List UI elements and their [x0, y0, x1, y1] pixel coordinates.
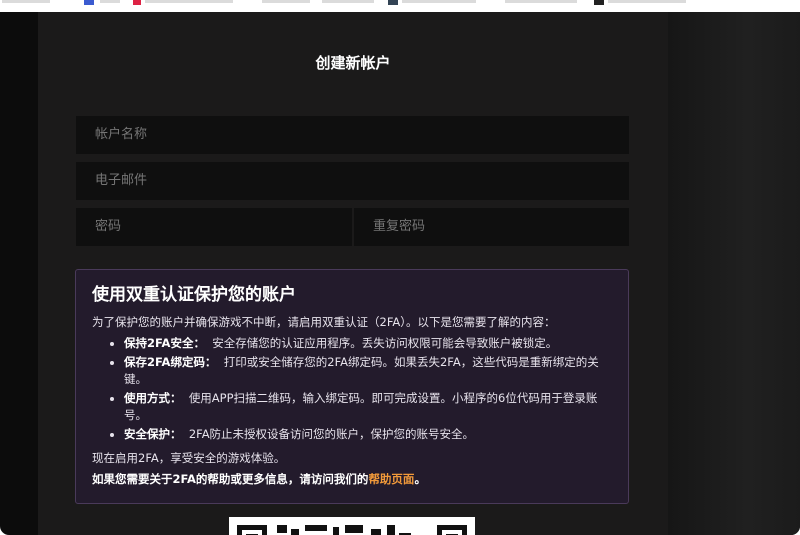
- bookmark-item[interactable]: [505, 0, 577, 3]
- bookmark-item[interactable]: [608, 0, 686, 3]
- twofa-intro: 为了保护您的账户并确保游戏不中断，请启用双重认证（2FA）。以下是您需要了解的内…: [92, 315, 556, 329]
- bookmark-item[interactable]: [145, 0, 233, 3]
- list-item-title: 保持2FA安全：: [124, 336, 205, 350]
- list-item: 保持2FA安全： 安全存储您的认证应用程序。丢失访问权限可能会导致账户被锁定。: [124, 335, 612, 352]
- email-input[interactable]: [76, 162, 629, 200]
- list-item: 使用方式： 使用APP扫描二维码，输入绑定码。即可完成设置。小程序的6位代码用于…: [124, 390, 612, 424]
- list-item: 安全保护： 2FA防止未授权设备访问您的账户，保护您的账号安全。: [124, 426, 612, 443]
- list-item-text: 2FA防止未授权设备访问您的账户，保护您的账号安全。: [188, 427, 475, 441]
- twofa-heading: 使用双重认证保护您的账户: [92, 285, 296, 305]
- help-prefix: 如果您需要关于2FA的帮助或更多信息，请访问我们的: [92, 472, 369, 486]
- list-item-title: 使用方式：: [124, 391, 182, 405]
- page-title: 创建新帐户: [315, 54, 391, 72]
- register-panel: 创建新帐户 使用双重认证保护您的账户 为了保护您的账户并确保游戏不中断，请启用双…: [38, 12, 668, 535]
- page-side-background: [668, 12, 800, 535]
- account-name-input[interactable]: [76, 116, 629, 154]
- bookmark-item[interactable]: [322, 0, 374, 3]
- bookmark-favicon-icon: [133, 0, 141, 5]
- bookmark-favicon-icon: [388, 0, 398, 5]
- bookmark-item[interactable]: [262, 0, 310, 3]
- qr-code: [229, 517, 475, 535]
- list-item-text: 安全存储您的认证应用程序。丢失访问权限可能会导致账户被锁定。: [212, 336, 558, 350]
- browser-viewport: 创建新帐户 使用双重认证保护您的账户 为了保护您的账户并确保游戏不中断，请启用双…: [0, 12, 800, 535]
- bookmark-favicon-icon: [594, 0, 604, 5]
- bookmarks-bar: [0, 0, 800, 12]
- twofa-list: 保持2FA安全： 安全存储您的认证应用程序。丢失访问权限可能会导致账户被锁定。 …: [92, 335, 612, 443]
- twofa-info-box: 使用双重认证保护您的账户 为了保护您的账户并确保游戏不中断，请启用双重认证（2F…: [75, 269, 629, 504]
- bookmark-item[interactable]: [2, 0, 50, 3]
- help-line: 如果您需要关于2FA的帮助或更多信息，请访问我们的帮助页面。: [92, 470, 612, 488]
- list-item-text: 使用APP扫描二维码，输入绑定码。即可完成设置。小程序的6位代码用于登录账号。: [124, 391, 598, 422]
- help-page-link[interactable]: 帮助页面: [368, 472, 414, 486]
- twofa-closing: 现在启用2FA，享受安全的游戏体验。: [92, 451, 286, 465]
- list-item: 保存2FA绑定码： 打印或安全储存您的2FA绑定码。如果丢失2FA，这些代码是重…: [124, 354, 612, 388]
- help-suffix: 。: [414, 472, 426, 486]
- list-item-title: 保存2FA绑定码：: [124, 355, 217, 369]
- list-item-title: 安全保护：: [124, 427, 182, 441]
- repeat-password-input[interactable]: [354, 208, 629, 246]
- password-input[interactable]: [76, 208, 352, 246]
- bookmark-item[interactable]: [402, 0, 476, 3]
- bookmark-item[interactable]: [100, 0, 120, 3]
- bookmark-favicon-icon: [84, 0, 94, 5]
